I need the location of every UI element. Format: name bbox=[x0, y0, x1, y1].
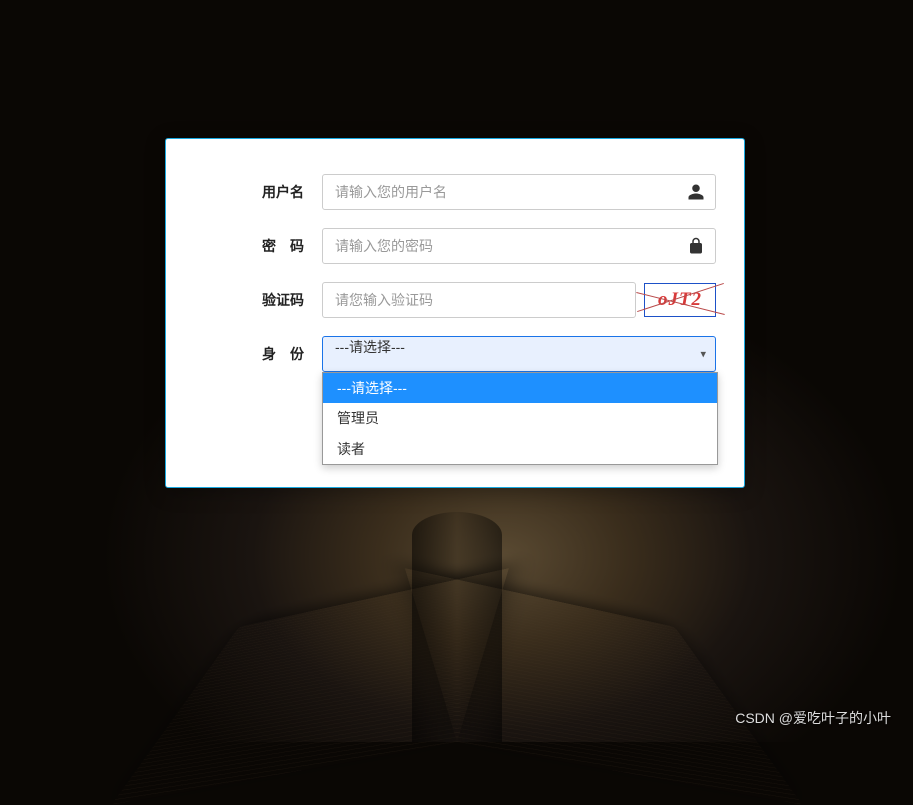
username-input-wrap bbox=[322, 174, 716, 210]
password-input[interactable] bbox=[322, 228, 716, 264]
watermark: CSDN @爱吃叶子的小叶 bbox=[735, 708, 891, 728]
captcha-input[interactable] bbox=[322, 282, 636, 318]
user-icon bbox=[686, 182, 706, 202]
captcha-row: 验证码 oJT2 bbox=[194, 282, 716, 318]
role-option-admin[interactable]: 管理员 bbox=[323, 403, 717, 433]
role-option-placeholder[interactable]: ---请选择--- bbox=[323, 373, 717, 403]
login-panel: 用户名 密 码 验证码 o bbox=[165, 138, 745, 488]
username-input[interactable] bbox=[322, 174, 716, 210]
book-spine bbox=[412, 512, 502, 742]
role-select[interactable]: ---请选择--- bbox=[322, 336, 716, 372]
captcha-wrap: oJT2 bbox=[322, 282, 716, 318]
username-row: 用户名 bbox=[194, 174, 716, 210]
password-row: 密 码 bbox=[194, 228, 716, 264]
lock-icon bbox=[686, 236, 706, 256]
role-select-wrap: ---请选择--- ▾ ---请选择--- 管理员 读者 bbox=[322, 336, 716, 372]
captcha-image[interactable]: oJT2 bbox=[644, 283, 716, 317]
captcha-label: 验证码 bbox=[194, 290, 322, 310]
role-dropdown: ---请选择--- 管理员 读者 bbox=[322, 372, 718, 465]
role-row: 身 份 ---请选择--- ▾ ---请选择--- 管理员 读者 bbox=[194, 336, 716, 372]
username-label: 用户名 bbox=[194, 182, 322, 202]
password-label: 密 码 bbox=[194, 236, 322, 256]
password-input-wrap bbox=[322, 228, 716, 264]
role-option-reader[interactable]: 读者 bbox=[323, 434, 717, 464]
role-label: 身 份 bbox=[194, 344, 322, 364]
